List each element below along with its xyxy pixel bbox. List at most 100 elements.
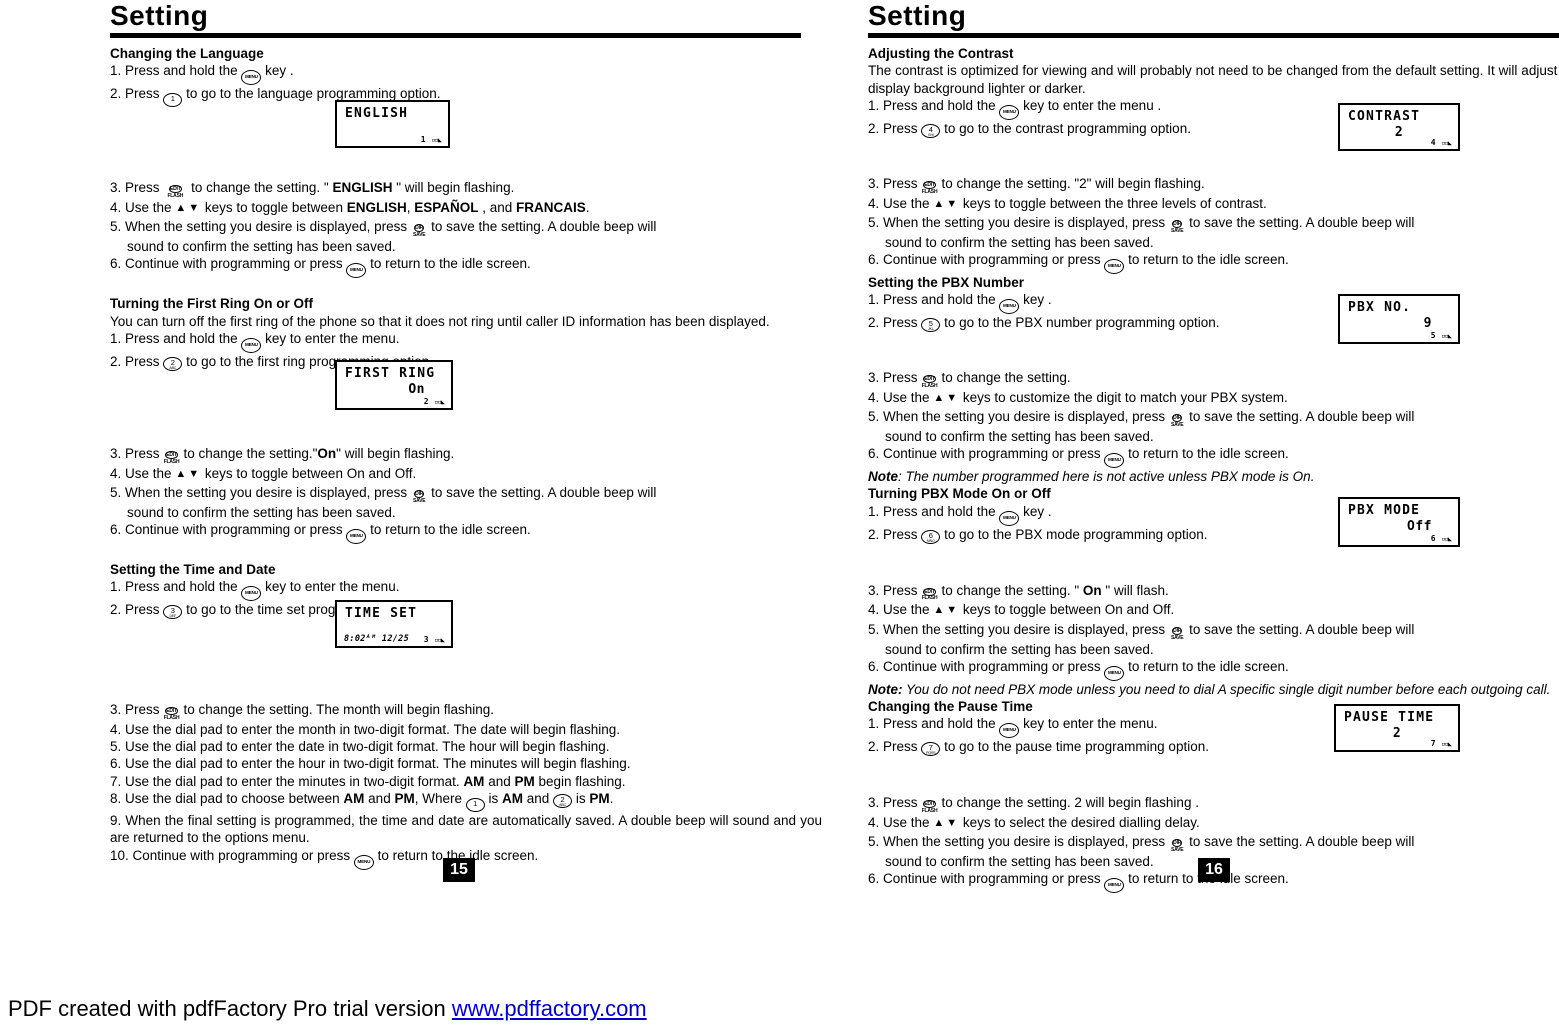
lcd-indicator: 6 ▫▫◣ bbox=[1430, 534, 1452, 543]
edit-flash-key-icon[interactable]: EDIT FLASH bbox=[918, 367, 942, 389]
menu-key-icon[interactable]: MENU bbox=[346, 263, 367, 279]
dir-save-key-icon[interactable]: DIR SAVE bbox=[407, 216, 431, 238]
lcd-display-pause-time: PAUSE TIME 2 7 ▫▫◣ bbox=[1334, 704, 1460, 752]
lcd-line2: 9 bbox=[1423, 316, 1432, 331]
edit-flash-key-icon[interactable]: EDIT FLASH bbox=[918, 580, 942, 602]
dir-save-key-icon[interactable]: DIR SAVE bbox=[407, 482, 431, 504]
lcd-indicator: 5 ▫▫◣ bbox=[1430, 331, 1452, 340]
up-down-arrow-icon[interactable]: ▲▼ bbox=[175, 201, 201, 215]
edit-flash-key-icon[interactable]: EDIT FLASH bbox=[918, 173, 942, 195]
lcd-indicator: 1 ▫▫◣ bbox=[420, 135, 442, 144]
lcd-display-contrast: CONTRAST 2 4 ▫▫◣ bbox=[1338, 103, 1460, 151]
lcd-indicator: 2 ▫▫◣ bbox=[423, 397, 445, 406]
digit-1-key-icon[interactable]: 1 bbox=[465, 798, 485, 813]
lcd-line1: PBX MODE bbox=[1348, 503, 1421, 518]
step-timedate-6: 6. Use the dial pad to enter the hour in… bbox=[110, 756, 631, 772]
step-contrast-6: 6. Continue with programming or press ME… bbox=[868, 251, 1559, 274]
menu-key-icon[interactable]: MENU bbox=[346, 528, 367, 544]
menu-key-icon[interactable]: MENU bbox=[999, 723, 1020, 739]
lcd-line1: TIME SET bbox=[345, 606, 418, 621]
lcd-display-time-set: TIME SET 8:02ᴬᴹ 12/25 3 ▫▫◣ bbox=[335, 600, 453, 648]
digit-1-key-icon[interactable]: 1 bbox=[163, 93, 183, 108]
lcd-indicator: 4 ▫▫◣ bbox=[1430, 138, 1452, 147]
up-down-arrow-icon[interactable]: ▲▼ bbox=[933, 197, 959, 211]
step-pbxnum-4: 4. Use the ▲▼ keys to customize the digi… bbox=[868, 389, 1288, 405]
step-language-3: 3. Press EDIT FLASH to change the setting… bbox=[110, 177, 822, 199]
up-down-arrow-icon[interactable]: ▲▼ bbox=[933, 391, 959, 405]
dir-save-key-icon[interactable]: DIR SAVE bbox=[1165, 212, 1189, 234]
menu-key-icon[interactable]: MENU bbox=[999, 510, 1020, 526]
edit-flash-key-icon[interactable]: EDIT FLASH bbox=[918, 792, 942, 814]
lcd-line2: On bbox=[408, 382, 425, 397]
lcd-line1: FIRST RING bbox=[345, 366, 436, 381]
step-pbxnum-5: 5. When the setting you desire is displa… bbox=[868, 406, 1559, 445]
up-down-arrow-icon[interactable]: ▲▼ bbox=[175, 467, 201, 481]
step-firstring-1: 1. Press and hold the MENU key to enter … bbox=[110, 330, 822, 353]
step-pause-3: 3. Press EDIT FLASH to change the setting. … bbox=[868, 792, 1559, 814]
digit-6-key-icon[interactable]: 6 MNO bbox=[921, 529, 941, 544]
edit-flash-key-icon[interactable]: EDIT FLASH bbox=[160, 443, 184, 465]
pdf-footer: PDF created with pdfFactory Pro trial ve… bbox=[8, 996, 647, 1022]
page-left: Setting Changing the Language 1. Press a… bbox=[110, 0, 822, 920]
menu-key-icon[interactable]: MENU bbox=[999, 104, 1020, 120]
lcd-indicator: 3 ▫▫◣ bbox=[423, 635, 445, 644]
digit-2-key-icon[interactable]: 2 ABC bbox=[553, 794, 573, 809]
step-pbxnum-3: 3. Press EDIT FLASH to change the setting. bbox=[868, 367, 1559, 389]
edit-flash-key-icon[interactable]: EDIT FLASH bbox=[163, 177, 187, 199]
step-language-5: 5. When the setting you desire is displa… bbox=[110, 216, 822, 255]
menu-key-icon[interactable]: MENU bbox=[1104, 453, 1125, 469]
step-language-6: 6. Continue with programming or press ME… bbox=[110, 255, 822, 279]
step-language-2: 2. Press 1 to go to the language program… bbox=[110, 85, 822, 108]
step-pbxmode-5: 5. When the setting you desire is displa… bbox=[868, 619, 1559, 658]
lcd-line2: Off bbox=[1407, 519, 1432, 534]
lcd-display-pbx-number: PBX NO. 9 5 ▫▫◣ bbox=[1338, 294, 1460, 344]
lcd-line1: PBX NO. bbox=[1348, 300, 1412, 315]
step-firstring-6: 6. Continue with programming or press ME… bbox=[110, 521, 822, 544]
step-timedate-9: 9. When the final setting is programmed,… bbox=[110, 813, 822, 846]
lcd-indicator: 7 ▫▫◣ bbox=[1430, 739, 1452, 748]
note-pbx-number: Note: The number programmed here is not … bbox=[868, 469, 1315, 485]
menu-key-icon[interactable]: MENU bbox=[1104, 878, 1125, 894]
up-down-arrow-icon[interactable]: ▲▼ bbox=[933, 603, 959, 617]
step-language-1: 1. Press and hold the MENU key . bbox=[110, 62, 822, 86]
menu-key-icon[interactable]: MENU bbox=[1104, 258, 1125, 274]
step-language-4: 4. Use the ▲▼ keys to toggle between ENG… bbox=[110, 200, 590, 216]
menu-key-icon[interactable]: MENU bbox=[353, 854, 374, 870]
edit-flash-key-icon[interactable]: EDIT FLASH bbox=[160, 699, 184, 721]
pdffactory-link[interactable]: www.pdffactory.com bbox=[452, 996, 647, 1021]
page-number-badge-right: 16 bbox=[1198, 858, 1230, 882]
page-title-left: Setting bbox=[110, 0, 209, 31]
dir-save-key-icon[interactable]: DIR SAVE bbox=[1165, 406, 1189, 428]
step-contrast-3: 3. Press EDIT FLASH to change the setting. … bbox=[868, 173, 1559, 195]
digit-2-key-icon[interactable]: 2 ABC bbox=[163, 356, 183, 371]
menu-key-icon[interactable]: MENU bbox=[999, 299, 1020, 315]
note-pbx-mode: Note: You do not need PBX mode unless yo… bbox=[868, 681, 1551, 697]
step-contrast-4: 4. Use the ▲▼ keys to toggle between the… bbox=[868, 195, 1267, 211]
step-timedate-5: 5. Use the dial pad to enter the date in… bbox=[110, 739, 610, 755]
step-contrast-5: 5. When the setting you desire is displa… bbox=[868, 212, 1559, 251]
digit-7-key-icon[interactable]: 7 PQRS bbox=[921, 742, 941, 757]
digit-5-key-icon[interactable]: 5 JKL bbox=[921, 318, 941, 333]
page-title-right: Setting bbox=[868, 0, 967, 31]
page-right: Setting Adjusting the Contrast The contr… bbox=[868, 0, 1559, 920]
menu-key-icon[interactable]: MENU bbox=[1104, 665, 1125, 681]
digit-3-key-icon[interactable]: 3 DEF bbox=[163, 605, 183, 620]
menu-key-icon[interactable]: MENU bbox=[241, 70, 262, 86]
section-heading-pbx-number: Setting the PBX Number bbox=[868, 274, 1025, 290]
step-timedate-1: 1. Press and hold the MENU key to enter … bbox=[110, 578, 822, 602]
lcd-time-value: 8:02ᴬᴹ 12/25 bbox=[344, 634, 410, 644]
lcd-display-pbx-mode: PBX MODE Off 6 ▫▫◣ bbox=[1338, 497, 1460, 547]
step-firstring-4: 4. Use the ▲▼ keys to toggle between On … bbox=[110, 465, 417, 481]
step-timedate-4: 4. Use the dial pad to enter the month i… bbox=[110, 721, 621, 737]
dir-save-key-icon[interactable]: DIR SAVE bbox=[1165, 619, 1189, 641]
lcd-line1: CONTRAST bbox=[1348, 109, 1421, 124]
step-firstring-3: 3. Press EDIT FLASH to change the setting."… bbox=[110, 443, 822, 465]
step-pbxmode-4: 4. Use the ▲▼ keys to toggle between On … bbox=[868, 602, 1175, 618]
step-pause-4: 4. Use the ▲▼ keys to select the desired… bbox=[868, 815, 1200, 831]
up-down-arrow-icon[interactable]: ▲▼ bbox=[933, 816, 959, 830]
menu-key-icon[interactable]: MENU bbox=[241, 337, 262, 353]
menu-key-icon[interactable]: MENU bbox=[241, 586, 262, 602]
digit-4-key-icon[interactable]: 4 GHI bbox=[921, 123, 941, 138]
lcd-line1: PAUSE TIME bbox=[1344, 710, 1435, 725]
dir-save-key-icon[interactable]: DIR SAVE bbox=[1165, 831, 1189, 853]
